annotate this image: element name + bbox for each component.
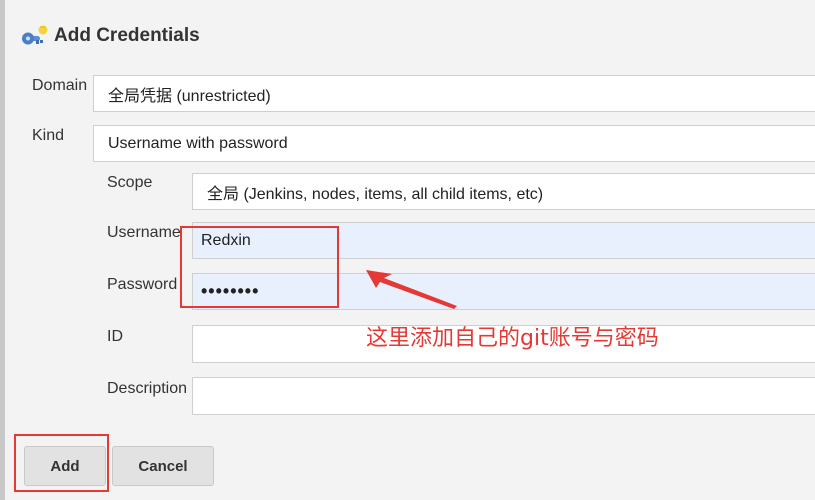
annotation-arrow-icon <box>366 270 457 309</box>
cancel-button[interactable]: Cancel <box>112 446 214 486</box>
key-icon <box>22 25 48 45</box>
password-label: Password <box>107 276 178 293</box>
id-label: ID <box>107 328 123 345</box>
description-input[interactable] <box>192 377 815 415</box>
page-title: Add Credentials <box>54 25 200 46</box>
credentials-highlight-box <box>180 226 339 308</box>
username-label: Username <box>107 224 181 241</box>
scope-select[interactable]: 全局 (Jenkins, nodes, items, all child ite… <box>192 173 815 210</box>
scope-label: Scope <box>107 174 153 191</box>
description-label: Description <box>107 380 188 397</box>
annotation-text: 这里添加自己的git账号与密码 <box>366 326 659 351</box>
domain-label: Domain <box>32 77 88 94</box>
left-border <box>0 0 5 500</box>
kind-select[interactable]: Username with password <box>93 125 815 162</box>
page-header: Add Credentials <box>20 22 200 50</box>
add-button-highlight-box <box>14 434 109 492</box>
domain-select[interactable]: 全局凭据 (unrestricted) <box>93 75 815 112</box>
kind-label: Kind <box>32 127 65 144</box>
